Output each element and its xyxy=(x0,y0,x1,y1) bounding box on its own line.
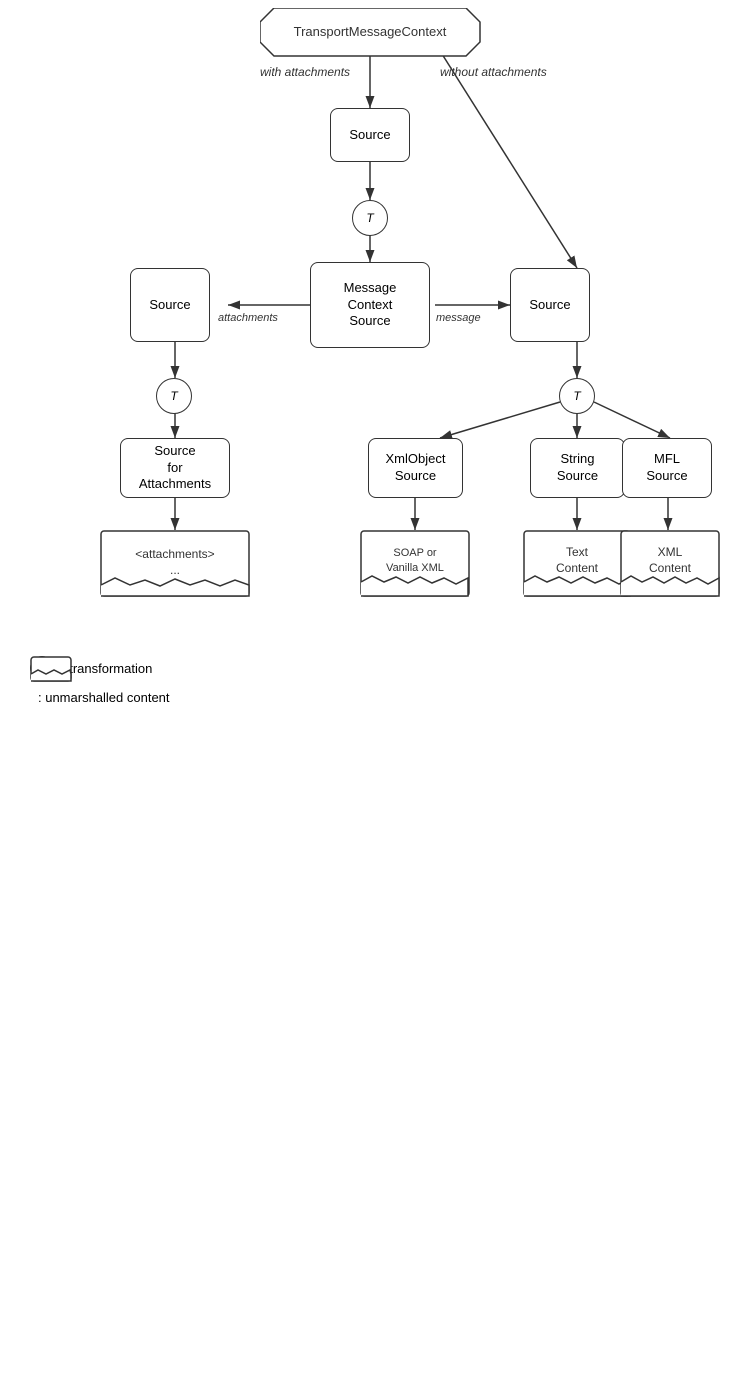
svg-text:Content: Content xyxy=(649,561,692,575)
without-attachments-label: without attachments xyxy=(440,65,547,79)
svg-text:...: ... xyxy=(170,563,180,577)
legend-unmarshalled: : unmarshalled content xyxy=(30,690,170,705)
with-attachments-label: with attachments xyxy=(260,65,350,79)
diagram-container: TransportMessageContext with attachments… xyxy=(0,0,740,735)
svg-text:Content: Content xyxy=(556,561,599,575)
transport-node: TransportMessageContext xyxy=(260,8,480,56)
attachments-label: attachments xyxy=(218,312,278,324)
xmlobject-source-node: XmlObjectSource xyxy=(368,438,463,498)
svg-text:Text: Text xyxy=(566,545,589,559)
t-circle-1: T xyxy=(352,200,388,236)
attachments-content-node: <attachments> ... xyxy=(100,530,250,600)
source-right-node: Source xyxy=(510,268,590,342)
svg-text:Vanilla XML: Vanilla XML xyxy=(386,562,444,574)
xml-content-node: XML Content xyxy=(620,530,720,600)
string-source-node: StringSource xyxy=(530,438,625,498)
source-left-node: Source xyxy=(130,268,210,342)
svg-text:<attachments>: <attachments> xyxy=(135,547,214,561)
t-circle-3: T xyxy=(559,378,595,414)
text-content-node: Text Content xyxy=(523,530,631,600)
source-top-node: Source xyxy=(330,108,410,162)
svg-text:XML: XML xyxy=(658,545,683,559)
legend: T : transformation : unmarshalled conten… xyxy=(30,656,170,715)
t-circle-2: T xyxy=(156,378,192,414)
message-context-source-label: MessageContextSource xyxy=(310,262,430,348)
source-attachments-node: SourceforAttachments xyxy=(120,438,230,498)
svg-text:SOAP or: SOAP or xyxy=(393,547,437,559)
svg-text:TransportMessageContext: TransportMessageContext xyxy=(294,24,447,39)
message-label: message xyxy=(436,312,481,324)
mfl-source-node: MFLSource xyxy=(622,438,712,498)
soap-xml-node: SOAP or Vanilla XML xyxy=(360,530,470,600)
